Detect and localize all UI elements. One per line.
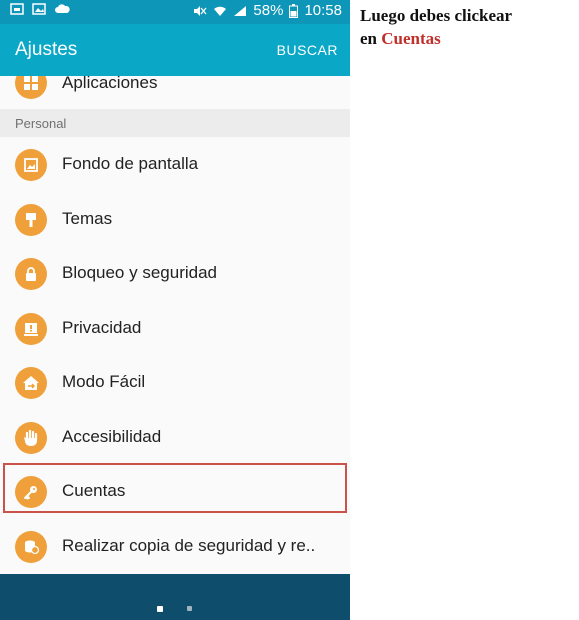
privacy-icon	[15, 313, 47, 345]
status-left-icons	[10, 3, 70, 15]
list-item-label: Privacidad	[62, 318, 142, 337]
list-item-fondo-de-pantalla[interactable]: Fondo de pantalla	[0, 138, 350, 192]
easy-mode-icon	[15, 367, 47, 399]
instruction-line-2: en Cuentas	[360, 27, 512, 50]
brush-icon	[15, 204, 47, 236]
clock: 10:58	[304, 2, 342, 19]
signal-icon	[234, 5, 247, 16]
status-right-icons: 58% 10:58	[193, 2, 342, 19]
app-bar: Ajustes BUSCAR	[0, 24, 350, 76]
list-item-label: Temas	[62, 209, 113, 228]
list-item-label: Aplicaciones	[62, 76, 158, 92]
wifi-icon	[214, 6, 227, 16]
list-item-label: Accesibilidad	[62, 427, 162, 446]
list-item-copia-de-seguridad[interactable]: Realizar copia de seguridad y re..	[0, 520, 350, 574]
list-item-temas[interactable]: Temas	[0, 193, 350, 247]
highlight-box-cuentas	[3, 463, 347, 513]
battery-percent: 58%	[253, 2, 284, 19]
photo-notification-icon	[32, 3, 46, 15]
list-item-aplicaciones[interactable]: Aplicaciones	[0, 76, 350, 110]
hand-icon	[15, 422, 47, 454]
list-item-label: Fondo de pantalla	[62, 154, 199, 173]
status-bar: 58% 10:58	[0, 0, 350, 24]
list-item-modo-facil[interactable]: Modo Fácil	[0, 356, 350, 410]
battery-icon	[289, 3, 299, 18]
instruction-prefix: en	[360, 29, 382, 48]
navigation-bar	[0, 574, 350, 620]
list-item-accesibilidad[interactable]: Accesibilidad	[0, 411, 350, 465]
phone-screen: 58% 10:58 Ajustes BUSCAR Aplicaciones Pe…	[0, 0, 350, 620]
list-item-label: Realizar copia de seguridad y re..	[62, 536, 316, 555]
mute-icon	[194, 5, 207, 16]
page-indicator-active	[157, 606, 163, 612]
section-header-personal: Personal	[0, 109, 350, 137]
instruction-highlight: Cuentas	[381, 29, 441, 48]
backup-icon	[15, 531, 47, 563]
section-header-label: Personal	[15, 116, 67, 131]
wallpaper-icon	[15, 149, 47, 181]
list-item-privacidad[interactable]: Privacidad	[0, 302, 350, 356]
lock-icon	[15, 258, 47, 290]
instruction-note: Luego debes clickear en Cuentas	[360, 4, 512, 50]
instruction-line-1: Luego debes clickear	[360, 6, 513, 25]
list-item-label: Bloqueo y seguridad	[62, 263, 218, 282]
gallery-notification-icon	[10, 3, 24, 15]
apps-icon	[15, 76, 47, 99]
search-button[interactable]: BUSCAR	[277, 42, 338, 58]
page-title: Ajustes	[15, 39, 78, 60]
list-item-bloqueo-y-seguridad[interactable]: Bloqueo y seguridad	[0, 247, 350, 301]
page-indicator-inactive	[187, 606, 192, 611]
list-item-label: Modo Fácil	[62, 372, 146, 391]
cloud-icon	[55, 4, 70, 13]
